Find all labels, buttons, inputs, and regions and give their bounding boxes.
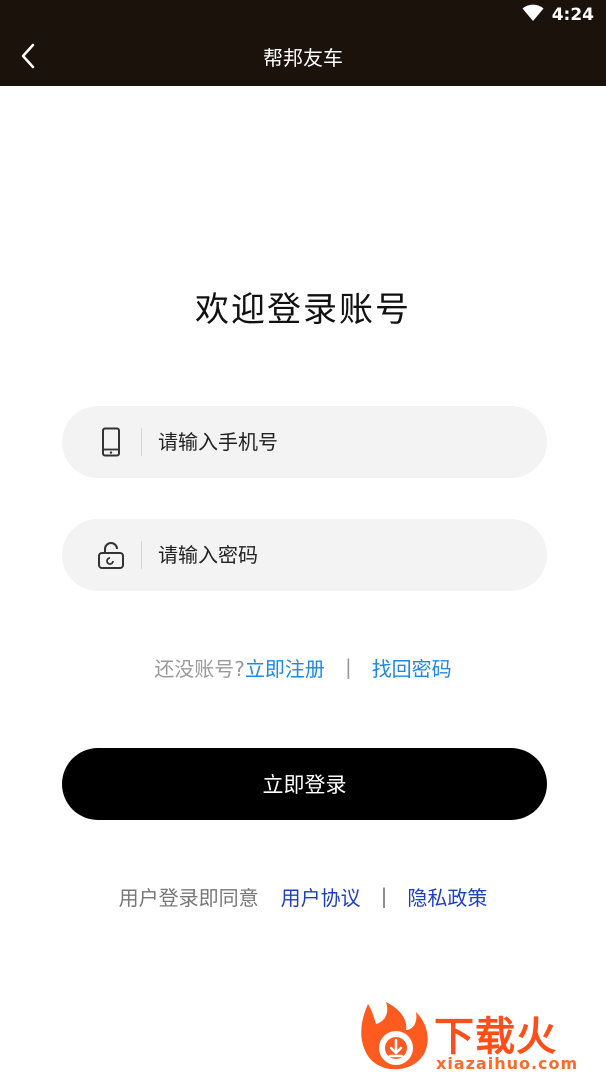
forgot-password-link[interactable]: 找回密码	[372, 653, 452, 682]
lock-icon	[96, 539, 126, 571]
app-bar: 帮邦友车	[0, 30, 606, 86]
register-link[interactable]: 立即注册	[245, 653, 325, 682]
account-links: 还没账号? 立即注册 | 找回密码	[0, 652, 606, 682]
links-separator: |	[344, 655, 352, 679]
login-button[interactable]: 立即登录	[62, 748, 547, 820]
phone-field	[62, 406, 547, 478]
password-field-divider	[141, 541, 142, 569]
phone-icon	[96, 426, 126, 458]
status-time: 4:24	[551, 5, 594, 25]
wifi-icon	[522, 4, 544, 26]
agreement-line: 用户登录即同意 用户协议 | 隐私政策	[0, 880, 606, 912]
phone-input[interactable]	[158, 406, 518, 478]
watermark-url: xiazaihuo.com	[436, 1054, 579, 1073]
phone-field-divider	[141, 428, 142, 456]
watermark: 下载火 xiazaihuo.com	[356, 996, 602, 1078]
flame-logo-icon	[356, 1000, 432, 1080]
status-right: 4:24	[522, 4, 594, 26]
privacy-policy-link[interactable]: 隐私政策	[407, 882, 487, 911]
no-account-text: 还没账号?	[154, 656, 245, 681]
agree-text: 用户登录即同意	[118, 885, 259, 910]
agreement-separator: |	[380, 884, 388, 908]
user-agreement-link[interactable]: 用户协议	[281, 882, 361, 911]
password-input[interactable]	[158, 519, 518, 591]
welcome-heading: 欢迎登录账号	[195, 290, 411, 330]
password-field	[62, 519, 547, 591]
status-bar: 4:24	[0, 0, 606, 30]
app-title: 帮邦友车	[263, 46, 343, 70]
